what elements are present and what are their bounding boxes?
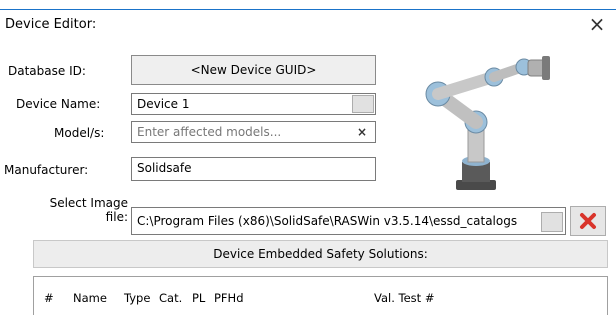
column-header-type[interactable]: Type [124, 291, 150, 305]
title-bar: Device Editor: × [0, 10, 616, 40]
database-id-label: Database ID: [8, 64, 86, 78]
window-title: Device Editor: [5, 17, 97, 32]
manufacturer-input[interactable]: Solidsafe [131, 157, 376, 181]
column-header-val-test[interactable]: Val. Test # [374, 291, 434, 305]
manufacturer-value: Solidsafe [137, 161, 192, 175]
embedded-safety-solutions-header: Device Embedded Safety Solutions: [33, 240, 608, 268]
delete-x-icon [580, 213, 596, 229]
database-id-field: <New Device GUID> [131, 55, 376, 85]
robot-arm-icon [425, 56, 550, 190]
close-icon[interactable]: × [586, 13, 608, 35]
browse-image-button[interactable] [541, 212, 563, 232]
safety-solutions-table[interactable]: # Name Type Cat. PL PFHd Val. Test # [33, 276, 608, 315]
select-image-label: Select Image file: [48, 196, 128, 224]
device-name-label: Device Name: [16, 97, 101, 111]
manufacturer-label: Manufacturer: [4, 163, 89, 177]
column-header-category[interactable]: Cat. [159, 291, 182, 305]
remove-image-button[interactable] [570, 206, 606, 236]
clear-models-icon[interactable]: × [353, 123, 371, 141]
models-input[interactable]: Enter affected models... [131, 121, 376, 143]
column-header-name[interactable]: Name [73, 291, 107, 305]
column-header-number[interactable]: # [44, 291, 54, 305]
column-header-pl[interactable]: PL [192, 291, 205, 305]
window-top-edge [0, 0, 616, 10]
select-image-label-line1: Select Image [49, 196, 128, 210]
device-name-dropdown-button[interactable] [352, 95, 374, 113]
image-file-path-value: C:\Program Files (x86)\SolidSafe\RASWin … [137, 214, 518, 228]
device-name-input[interactable]: Device 1 [131, 93, 376, 115]
models-label: Model/s: [54, 126, 105, 140]
image-file-path-input[interactable]: C:\Program Files (x86)\SolidSafe\RASWin … [131, 207, 566, 235]
device-name-value: Device 1 [137, 97, 190, 111]
models-placeholder: Enter affected models... [137, 125, 282, 139]
select-image-label-line2: file: [105, 210, 128, 224]
column-header-pfhd[interactable]: PFHd [214, 291, 244, 305]
